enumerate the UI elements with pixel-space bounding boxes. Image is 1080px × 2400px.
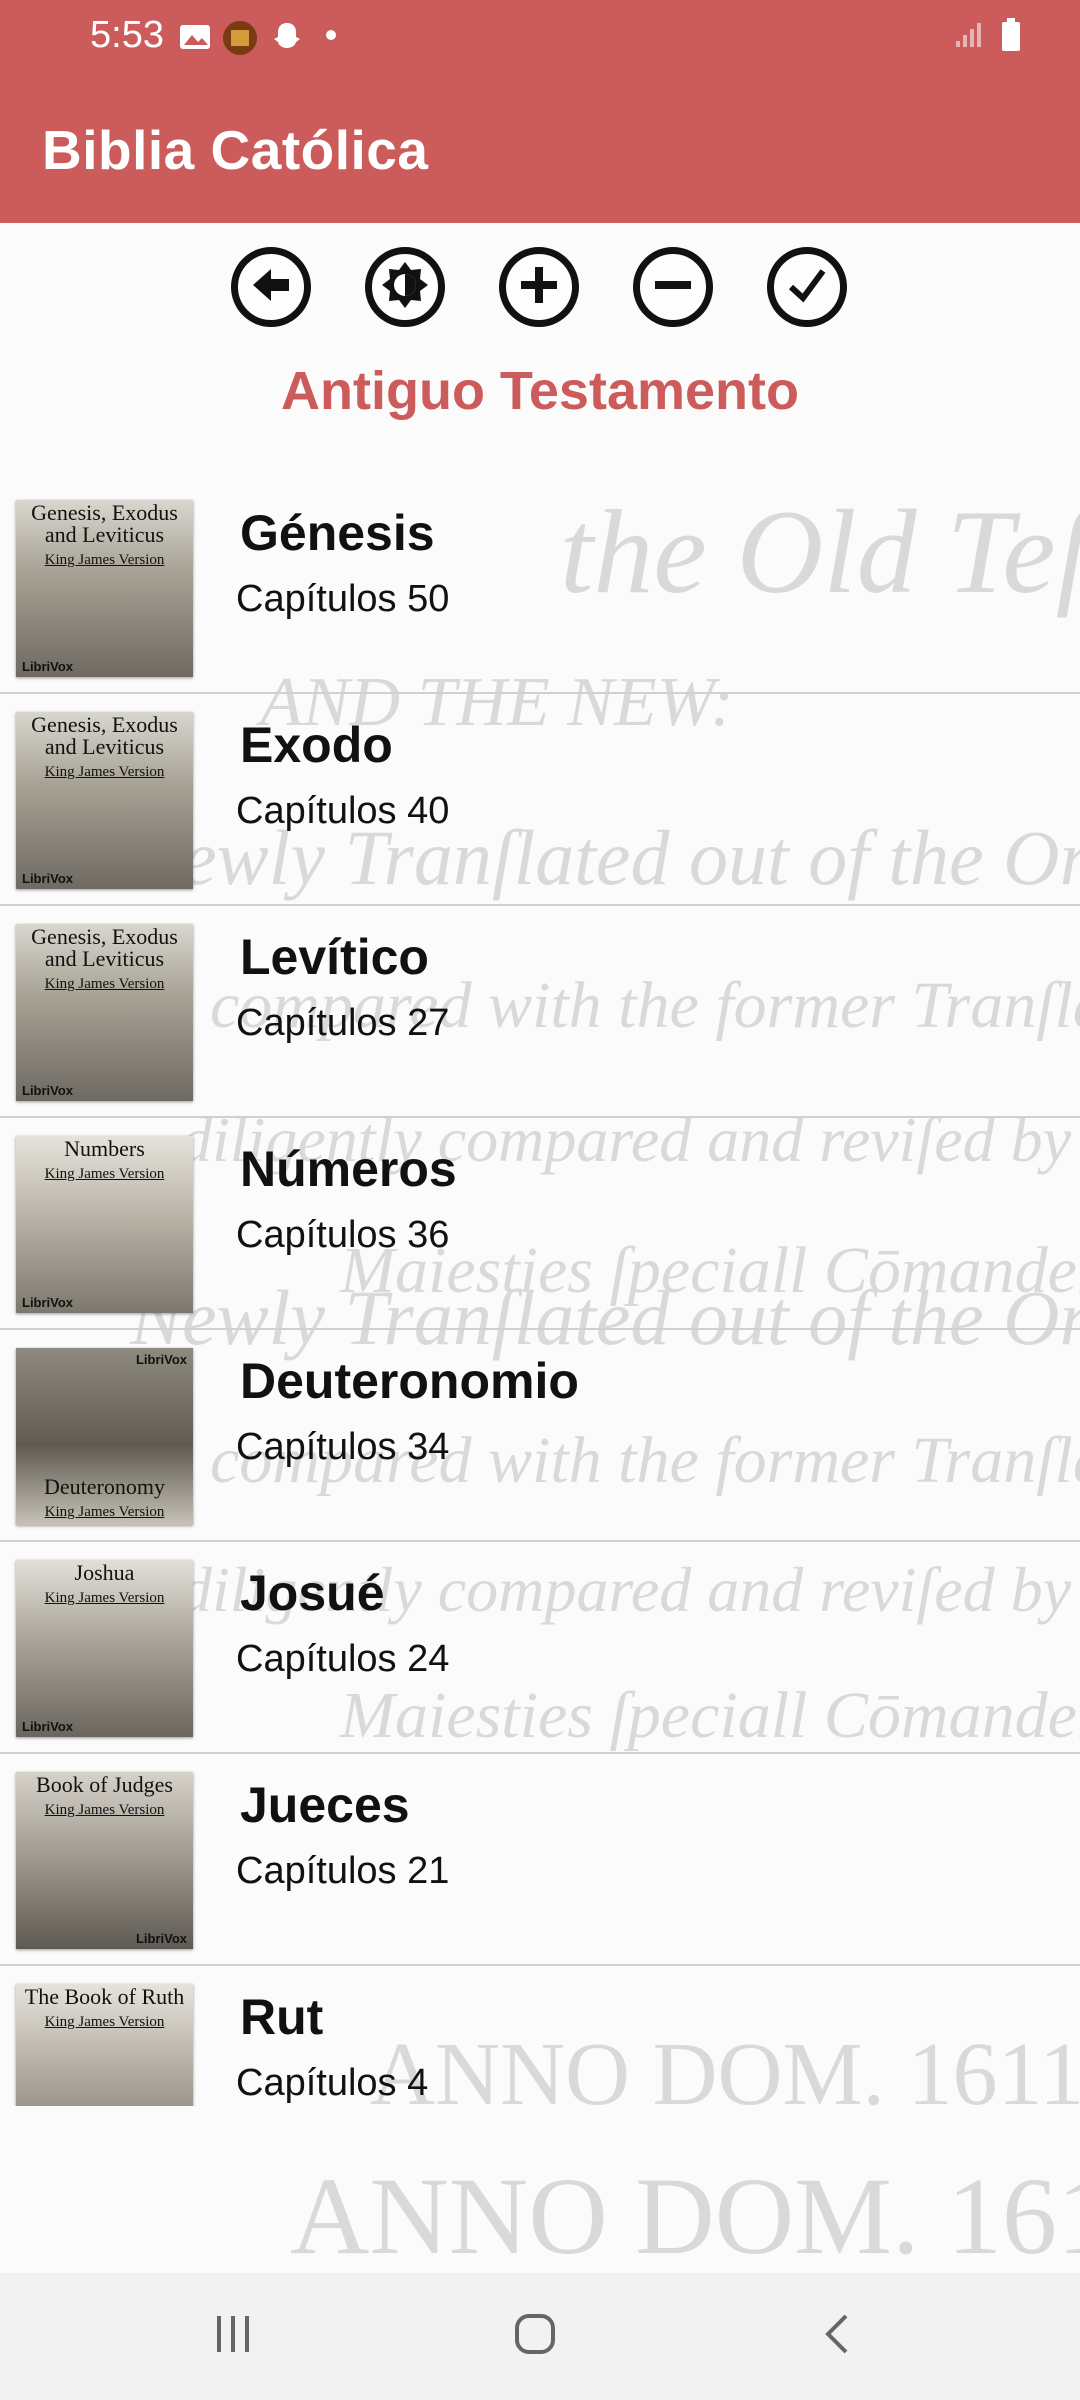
cover-subtitle: King James Version [44,1590,165,1606]
battery-icon [1000,18,1022,57]
cover-subtitle: King James Version [44,1166,165,1182]
book-name: Exodo [240,717,393,773]
cover-subtitle: King James Version [44,552,165,568]
chevron-left-icon [822,2312,852,2361]
book-chapters: Capítulos 4 [236,2062,429,2104]
book-cover: The Book of Ruth King James Version [16,1984,193,2106]
zoom-out-icon [651,263,695,312]
cover-subtitle: King James Version [44,764,165,780]
gallery-icon [178,20,212,54]
section-title: Antiguo Testamento [281,361,799,421]
book-chapters: Capítulos 36 [236,1214,450,1256]
signal-icon [954,21,984,54]
cover-brand: LibriVox [22,1295,74,1310]
list-item[interactable]: Joshua King James Version LibriVox Josué … [0,1542,1080,1754]
cover-title: Deuteronomy [44,1474,165,1499]
brightness-button[interactable] [365,247,445,327]
book-chapters: Capítulos 50 [236,578,450,620]
snapchat-icon [270,20,304,54]
book-chapters: Capítulos 27 [236,1002,450,1044]
list-item[interactable]: Book of Judges King James Version LibriVo… [0,1754,1080,1966]
book-cover: Book of Judges King James Version LibriVo… [16,1772,193,1949]
cover-brand: LibriVox [135,1931,187,1946]
book-cover: Genesis, Exodus and Leviticus King James … [16,712,193,889]
cover-brand: LibriVox [22,871,74,886]
book-name: Rut [240,1989,324,2045]
check-icon [785,263,829,312]
reader-toolbar [0,247,1080,327]
bible-app-icon [222,20,257,55]
list-item[interactable]: Genesis, Exodus and Leviticus King James … [0,482,1080,694]
list-item[interactable]: LibriVox Deuteronomy King James Version D… [0,1330,1080,1542]
cover-title: Numbers [64,1136,145,1161]
book-chapters: Capítulos 24 [236,1638,450,1680]
book-cover: Joshua King James Version LibriVox [16,1560,193,1737]
back-nav-button[interactable] [802,2301,872,2371]
cover-subtitle: King James Version [44,2014,165,2030]
system-nav-bar [0,2273,1080,2400]
cover-title: Book of Judges [36,1772,173,1797]
confirm-button[interactable] [767,247,847,327]
brightness-icon [380,260,430,315]
home-button[interactable] [500,2301,570,2371]
book-chapters: Capítulos 40 [236,790,450,832]
list-item[interactable]: The Book of Ruth King James Version Rut C… [0,1966,1080,2106]
recent-apps-icon [211,2314,255,2359]
book-cover: LibriVox Deuteronomy King James Version [16,1348,193,1525]
status-time: 5:53 [90,14,164,56]
cover-title: Genesis, Exodus and Leviticus [31,712,178,759]
zoom-in-icon [517,263,561,312]
cover-brand: LibriVox [22,1083,74,1098]
book-name: Deuteronomio [240,1353,579,1409]
app-title: Biblia Católica [42,119,429,181]
recent-apps-button[interactable] [198,2301,268,2371]
book-name: Génesis [240,505,435,561]
book-chapters: Capítulos 34 [236,1426,450,1468]
cover-brand: LibriVox [22,659,74,674]
book-chapters: Capítulos 21 [236,1850,450,1892]
book-list: Genesis, Exodus and Leviticus King James … [0,482,1080,2106]
book-name: Josué [240,1565,385,1621]
home-icon [513,2312,557,2361]
cover-subtitle: King James Version [44,976,165,992]
notification-dot-icon [326,30,336,40]
zoom-out-button[interactable] [633,247,713,327]
cover-title: The Book of Ruth [24,1984,185,2009]
app-bar: 5:53 Biblia Católica [0,0,1080,223]
zoom-in-button[interactable] [499,247,579,327]
book-name: Levítico [240,929,429,985]
cover-title: Genesis, Exodus and Leviticus [31,924,178,971]
list-item[interactable]: Numbers King James Version LibriVox Númer… [0,1118,1080,1330]
cover-brand: LibriVox [22,1719,74,1734]
cover-title: Genesis, Exodus and Leviticus [31,500,178,547]
book-cover: Genesis, Exodus and Leviticus King James … [16,924,193,1101]
cover-subtitle: King James Version [44,1504,165,1520]
back-button[interactable] [231,247,311,327]
back-arrow-icon [249,265,293,310]
book-cover: Numbers King James Version LibriVox [16,1136,193,1313]
list-item[interactable]: Genesis, Exodus and Leviticus King James … [0,694,1080,906]
book-name: Jueces [240,1777,410,1833]
list-item[interactable]: Genesis, Exodus and Leviticus King James … [0,906,1080,1118]
book-cover: Genesis, Exodus and Leviticus King James … [16,500,193,677]
book-name: Números [240,1141,457,1197]
status-bar: 5:53 [0,0,1080,75]
cover-title: Joshua [74,1560,135,1585]
cover-subtitle: King James Version [44,1802,165,1818]
cover-brand: LibriVox [135,1352,187,1367]
